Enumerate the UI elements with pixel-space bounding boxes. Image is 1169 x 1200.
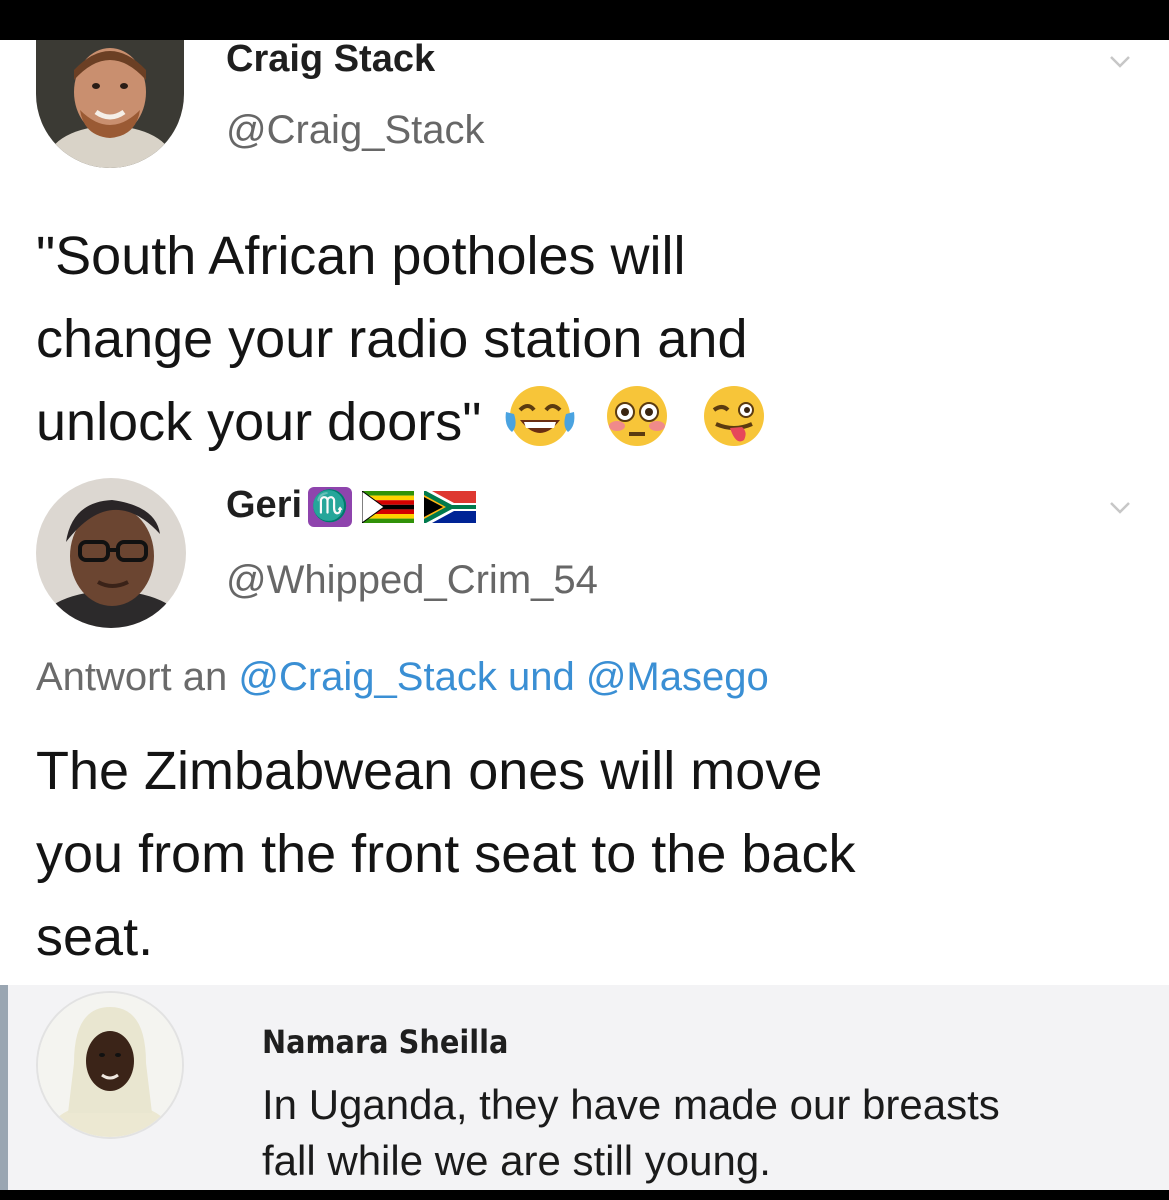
reply-context: Antwort an @Craig_Stack und @Masego <box>36 655 769 700</box>
reply-user-masego-link[interactable]: @Masego <box>586 655 769 699</box>
south-africa-flag-icon <box>424 490 477 523</box>
comment-thread-bar <box>0 985 8 1190</box>
geri-display-name[interactable]: Geri <box>226 484 302 526</box>
screenshot-canvas: Craig Stack @Craig_Stack "South African … <box>0 0 1169 1200</box>
comment-block: Namara Sheilla In Uganda, they have made… <box>0 985 1169 1190</box>
craig-tweet-line-3: unlock your doors" <box>36 392 482 452</box>
face-with-tears-of-joy-icon <box>506 386 575 446</box>
namara-avatar[interactable] <box>36 991 184 1139</box>
flushed-face-icon <box>607 386 668 446</box>
chevron-down-icon[interactable] <box>1108 500 1132 516</box>
craig-tweet-line-1: "South African potholes will <box>36 226 686 286</box>
reply-prefix: Antwort an <box>36 655 228 699</box>
reply-joiner: und <box>507 655 575 699</box>
chevron-down-icon[interactable] <box>1108 54 1132 70</box>
namara-comment-line-1: In Uganda, they have made our breasts <box>262 1081 1000 1128</box>
geri-tweet-line-2: you from the front seat to the back <box>36 824 856 884</box>
scorpio-icon: ♏ <box>308 486 353 527</box>
geri-tweet-line-3: seat. <box>36 907 154 967</box>
craig-handle[interactable]: @Craig_Stack <box>226 108 484 153</box>
craig-display-name[interactable]: Craig Stack <box>226 40 435 81</box>
reply-user-craig-link[interactable]: @Craig_Stack <box>238 655 496 699</box>
craig-tweet-text: "South African potholes will change your… <box>36 215 1146 474</box>
zimbabwe-flag-icon <box>362 490 415 523</box>
namara-comment-line-2: fall while we are still young. <box>262 1137 771 1184</box>
namara-display-name[interactable]: Namara Sheilla <box>262 1023 508 1061</box>
geri-display-name-row[interactable]: Geri ♏ <box>226 484 477 527</box>
geri-avatar[interactable] <box>36 478 186 628</box>
emoji-row <box>496 382 772 474</box>
geri-handle[interactable]: @Whipped_Crim_54 <box>226 558 598 603</box>
geri-tweet-text: The Zimbabwean ones will move you from t… <box>36 730 1146 979</box>
namara-comment-text: In Uganda, they have made our breasts fa… <box>262 1077 1162 1189</box>
geri-tweet-line-1: The Zimbabwean ones will move <box>36 741 823 801</box>
craig-tweet-line-2: change your radio station and <box>36 309 748 369</box>
feed-screen: Craig Stack @Craig_Stack "South African … <box>0 40 1169 1190</box>
winking-face-with-tongue-icon <box>704 386 765 446</box>
craig-avatar[interactable] <box>36 40 184 168</box>
